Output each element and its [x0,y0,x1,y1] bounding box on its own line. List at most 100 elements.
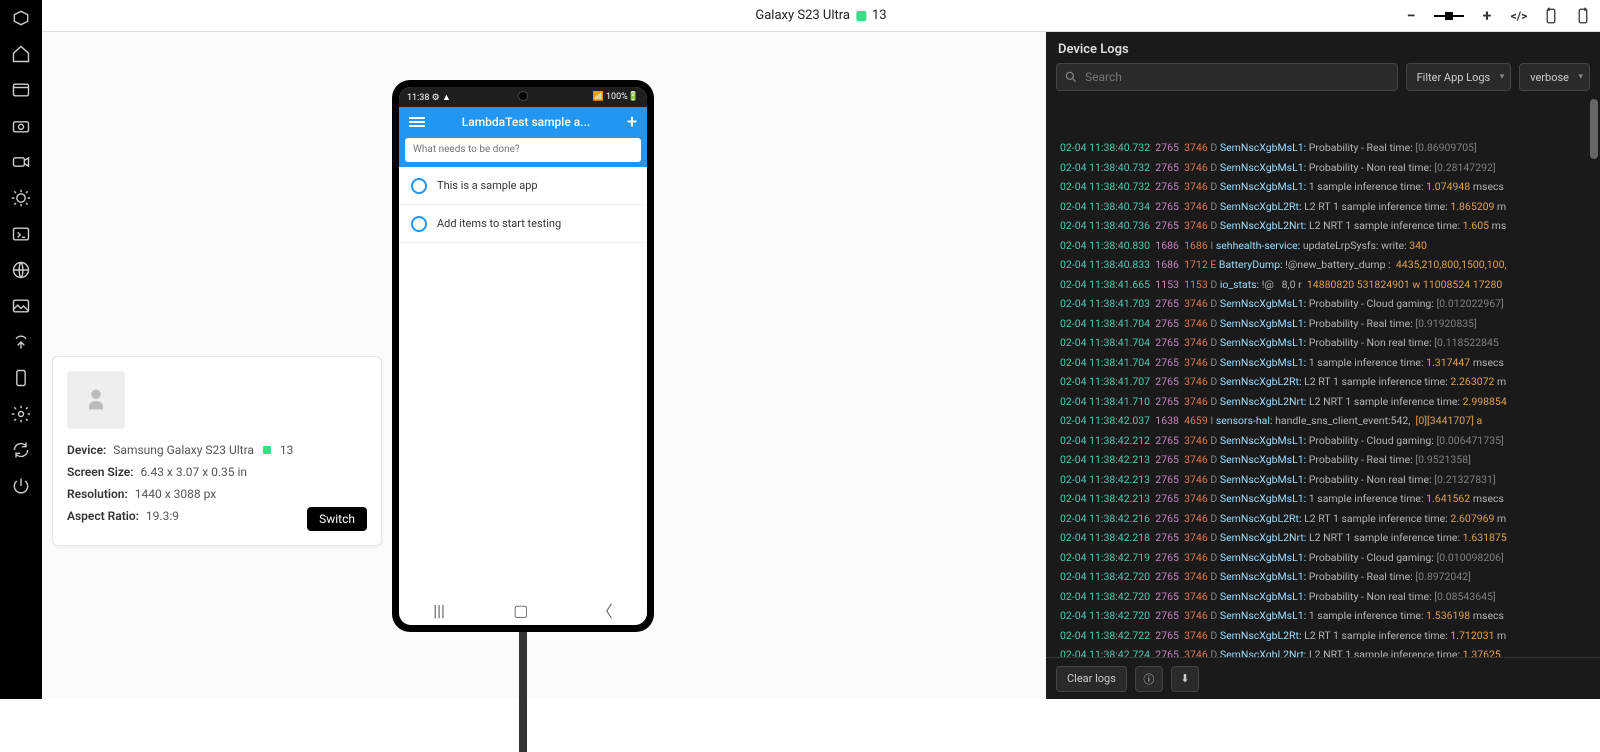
search-icon [1064,69,1078,83]
app-title: LambdaTest sample a... [425,115,627,129]
android-icon [856,11,866,21]
log-line: 02-04 11:38:42.216 2765 3746 D SemNscXgb… [1060,509,1594,529]
globe-icon[interactable] [11,260,31,280]
settings-icon[interactable] [11,404,31,424]
zoom-slider[interactable] [1434,15,1464,17]
screen-size-row: Screen Size: 6.43 x 3.07 x 0.35 in [67,465,367,479]
log-line: 02-04 11:38:42.724 2765 3746 D SemNscXgb… [1060,645,1594,657]
task-list: This is a sample app Add items to start … [399,167,647,595]
rotate-right-icon[interactable] [1574,7,1592,25]
log-line: 02-04 11:38:41.704 2765 3746 D SemNscXgb… [1060,353,1594,373]
level-dropdown[interactable]: verbose [1519,63,1590,91]
device-os: 13 [280,443,294,457]
device-thumbnail [67,371,125,429]
log-line: 02-04 11:38:40.736 2765 3746 D SemNscXgb… [1060,216,1594,236]
app-input-wrap [399,137,647,167]
log-line: 02-04 11:38:42.218 2765 3746 D SemNscXgb… [1060,528,1594,548]
zoom-in-button[interactable]: + [1478,7,1496,25]
logs-body[interactable]: 02-04 11:38:40.732 2765 3746 D SemNscXgb… [1046,99,1600,657]
task-label: This is a sample app [437,179,538,192]
add-icon[interactable]: + [627,112,637,133]
zoom-out-button[interactable]: − [1402,7,1420,25]
logs-search-wrap [1056,63,1398,91]
left-icon-rail [0,0,42,699]
log-line: 02-04 11:38:40.734 2765 3746 D SemNscXgb… [1060,197,1594,217]
logs-scrollbar[interactable] [1590,99,1598,657]
log-line: 02-04 11:38:41.704 2765 3746 D SemNscXgb… [1060,314,1594,334]
power-icon[interactable] [11,476,31,496]
log-line: 02-04 11:38:41.703 2765 3746 D SemNscXgb… [1060,294,1594,314]
todo-input[interactable] [405,138,641,162]
log-line: 02-04 11:38:42.722 2765 3746 D SemNscXgb… [1060,626,1594,646]
device-value: Samsung Galaxy S23 Ultra [113,443,254,457]
logs-controls: Filter App Logs verbose [1046,63,1600,99]
resolution-row: Resolution: 1440 x 3088 px [67,487,367,501]
log-line: 02-04 11:38:42.213 2765 3746 D SemNscXgb… [1060,489,1594,509]
camera-notch [518,91,528,101]
phone-nav-bar: ||| ▢ 〈 [399,595,647,625]
log-line: 02-04 11:38:41.707 2765 3746 D SemNscXgb… [1060,372,1594,392]
network-icon[interactable] [11,332,31,352]
browser-icon[interactable] [11,80,31,100]
app-bar: LambdaTest sample a... + [399,107,647,137]
info-icon[interactable]: ⓘ [1135,666,1163,692]
log-line: 02-04 11:38:40.732 2765 3746 D SemNscXgb… [1060,158,1594,178]
device-stage: 11:38 ⚙ ▲ 📶 100%🔋 LambdaTest sample a...… [42,32,1046,699]
phone-frame: 11:38 ⚙ ▲ 📶 100%🔋 LambdaTest sample a...… [392,80,654,632]
logs-title: Device Logs [1046,32,1600,63]
switch-button[interactable]: Switch [307,507,367,531]
device-name-label: Galaxy S23 Ultra [755,8,850,23]
task-item[interactable]: Add items to start testing [399,205,647,243]
device-title: Galaxy S23 Ultra 13 [755,8,886,23]
bug-icon[interactable] [11,188,31,208]
os-version-label: 13 [872,8,887,23]
log-line: 02-04 11:38:42.213 2765 3746 D SemNscXgb… [1060,450,1594,470]
log-line: 02-04 11:38:40.732 2765 3746 D SemNscXgb… [1060,177,1594,197]
phone-screen[interactable]: 11:38 ⚙ ▲ 📶 100%🔋 LambdaTest sample a...… [399,87,647,625]
nav-back-icon[interactable]: 〈 [597,598,613,622]
terminal-icon[interactable] [11,224,31,244]
log-line: 02-04 11:38:41.665 1153 1153 D io_stats:… [1060,275,1594,295]
log-line: 02-04 11:38:42.719 2765 3746 D SemNscXgb… [1060,548,1594,568]
code-icon[interactable]: </> [1510,7,1528,25]
log-line: 02-04 11:38:42.213 2765 3746 D SemNscXgb… [1060,470,1594,490]
image-icon[interactable] [11,296,31,316]
device-logs-panel: Device Logs Filter App Logs verbose 02-0… [1046,32,1600,699]
radio-icon[interactable] [411,178,427,194]
logs-search-input[interactable] [1056,63,1398,91]
log-line: 02-04 11:38:42.720 2765 3746 D SemNscXgb… [1060,567,1594,587]
rotate-left-icon[interactable] [1542,7,1560,25]
log-line: 02-04 11:38:42.720 2765 3746 D SemNscXgb… [1060,587,1594,607]
device-label: Device: [67,443,106,457]
android-icon [263,446,271,454]
log-line: 02-04 11:38:41.704 2765 3746 D SemNscXgb… [1060,333,1594,353]
log-line: 02-04 11:38:42.212 2765 3746 D SemNscXgb… [1060,431,1594,451]
task-item[interactable]: This is a sample app [399,167,647,205]
hamburger-icon[interactable] [409,117,425,127]
download-icon[interactable]: ⬇ [1171,666,1199,692]
log-line: 02-04 11:38:42.720 2765 3746 D SemNscXgb… [1060,606,1594,626]
logo-icon[interactable] [11,8,31,28]
device-info-card: Device: Samsung Galaxy S23 Ultra 13 Scre… [52,356,382,546]
top-bar: Galaxy S23 Ultra 13 − + </> [42,0,1600,32]
logs-footer: Clear logs ⓘ ⬇ [1046,657,1600,699]
phone-status-bar: 11:38 ⚙ ▲ 📶 100%🔋 [399,87,647,107]
log-line: 02-04 11:38:42.037 1638 4659 I sensors-h… [1060,411,1594,431]
nav-recents-icon[interactable]: ||| [433,601,445,620]
phone-cable [519,632,527,752]
task-label: Add items to start testing [437,217,561,230]
log-line: 02-04 11:38:40.732 2765 3746 D SemNscXgb… [1060,138,1594,158]
filter-dropdown[interactable]: Filter App Logs [1406,63,1512,91]
refresh-icon[interactable] [11,440,31,460]
nav-home-icon[interactable]: ▢ [513,601,528,620]
device-icon[interactable] [11,368,31,388]
status-right: 📶 100%🔋 [593,92,639,102]
clear-logs-button[interactable]: Clear logs [1056,666,1127,692]
camera-icon[interactable] [11,116,31,136]
device-row: Device: Samsung Galaxy S23 Ultra 13 [67,443,367,457]
status-time: 11:38 ⚙ ▲ [407,92,451,103]
video-icon[interactable] [11,152,31,172]
log-line: 02-04 11:38:40.833 1686 1712 E BatteryDu… [1060,255,1594,275]
home-icon[interactable] [11,44,31,64]
radio-icon[interactable] [411,216,427,232]
